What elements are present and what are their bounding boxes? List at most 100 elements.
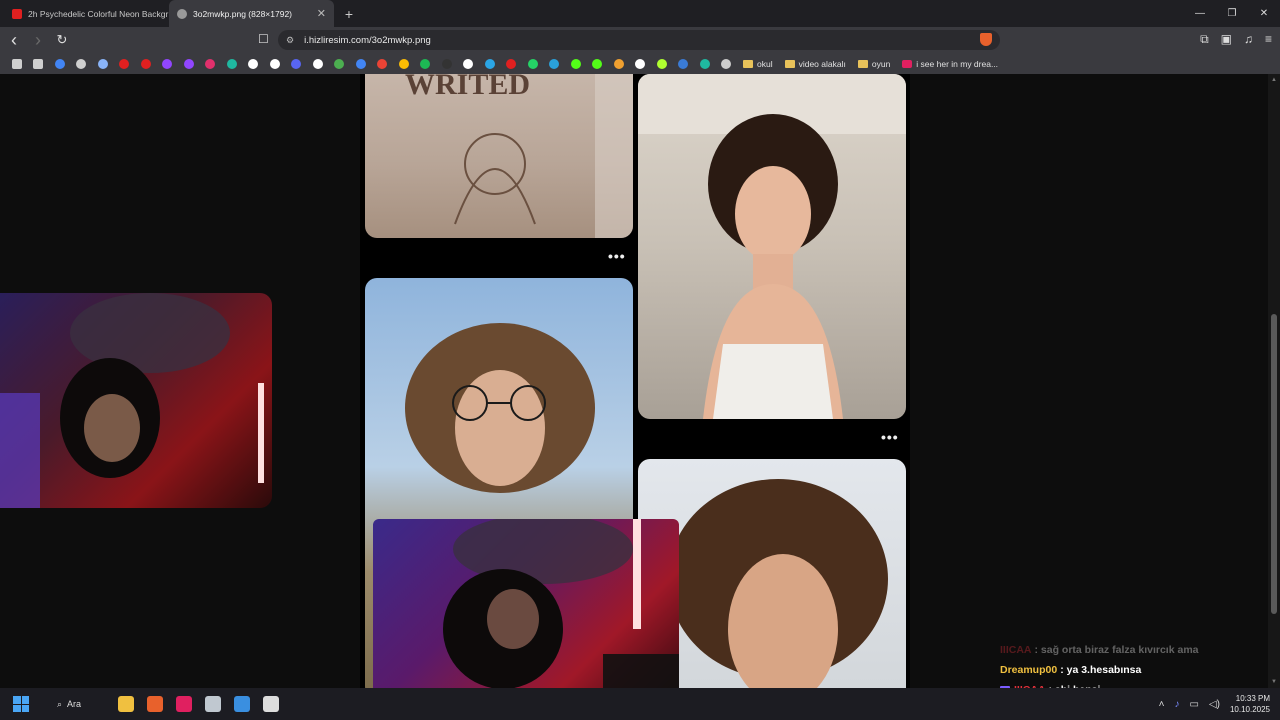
app-icon[interactable] bbox=[694, 53, 716, 74]
svg-text:WRITED: WRITED bbox=[405, 74, 530, 101]
network-icon[interactable]: ▭ bbox=[1189, 699, 1198, 710]
github-icon[interactable] bbox=[458, 53, 480, 74]
steam-icon[interactable] bbox=[198, 690, 227, 718]
drive-icon[interactable] bbox=[393, 53, 415, 74]
taskbar-search-button[interactable]: ⌕ Ara bbox=[57, 699, 81, 710]
menu-icon[interactable]: ≡ bbox=[1265, 32, 1272, 47]
taskbar-apps bbox=[111, 690, 285, 718]
kick-icon[interactable] bbox=[565, 53, 587, 74]
obs-icon[interactable] bbox=[256, 690, 285, 718]
new-tab-button[interactable]: + bbox=[338, 6, 360, 22]
media-player-icon[interactable] bbox=[169, 690, 198, 718]
stream-preview-overlay bbox=[373, 519, 679, 688]
file-explorer-icon[interactable] bbox=[111, 690, 140, 718]
opera-icon[interactable] bbox=[501, 53, 523, 74]
tab-image[interactable]: 3o2mwkp.png (828×1792) ✕ bbox=[169, 0, 334, 27]
instagram-icon[interactable] bbox=[200, 53, 222, 74]
back-button[interactable]: ‹ bbox=[4, 30, 24, 51]
youtube-icon[interactable] bbox=[114, 53, 136, 74]
reader-icon[interactable]: ▣ bbox=[1221, 32, 1232, 47]
globe-icon bbox=[177, 8, 187, 19]
restore-button[interactable]: ❐ bbox=[1216, 0, 1248, 27]
address-bar[interactable]: ⚙ bbox=[278, 30, 1000, 50]
search-label: Ara bbox=[67, 699, 82, 709]
capcut-icon[interactable] bbox=[307, 53, 329, 74]
stream-scene bbox=[443, 519, 679, 688]
reload-button[interactable]: ↻ bbox=[52, 32, 72, 48]
volume-icon[interactable]: ◁) bbox=[1209, 699, 1220, 710]
bookmark-item[interactable]: i see her in my drea... bbox=[902, 59, 998, 69]
bookmark-icon[interactable]: ☐ bbox=[258, 32, 269, 46]
app-icon[interactable] bbox=[608, 53, 630, 74]
x-icon[interactable] bbox=[243, 53, 265, 74]
bookmarks-bar: okul video alakalı oyun i see her in my dre… bbox=[0, 53, 1280, 74]
youtube-icon bbox=[902, 59, 913, 68]
chat-username: Dreamup00 bbox=[1000, 664, 1058, 676]
start-button[interactable] bbox=[13, 696, 29, 712]
clock[interactable]: 10:33 PM 10.10.2025 bbox=[1230, 693, 1270, 715]
chat-username: IIICAA bbox=[1000, 644, 1032, 656]
gmail-icon[interactable] bbox=[372, 53, 394, 74]
url-input[interactable] bbox=[304, 34, 905, 46]
pin-image-shirt[interactable]: WRITED bbox=[365, 74, 633, 238]
brave-shield-icon[interactable] bbox=[980, 33, 992, 46]
app-icon[interactable] bbox=[716, 53, 738, 74]
chevron-up-icon[interactable]: ˄ bbox=[1159, 699, 1165, 710]
folder-icon bbox=[857, 59, 868, 68]
close-window-button[interactable]: ✕ bbox=[1248, 0, 1280, 27]
chat-text: : sağ orta biraz falza kıvırcık ama bbox=[1034, 644, 1199, 656]
tab-title: 3o2mwkp.png (828×1792) bbox=[193, 8, 292, 19]
apps-icon[interactable] bbox=[6, 53, 28, 74]
media-icon[interactable]: ♫ bbox=[1244, 32, 1253, 47]
pin-image-portrait-1[interactable] bbox=[638, 74, 906, 419]
folder-icon bbox=[743, 59, 753, 68]
kick-icon[interactable] bbox=[587, 53, 609, 74]
bookmark-folder-label: video alakalı bbox=[798, 58, 846, 69]
close-tab-icon[interactable]: ✕ bbox=[317, 7, 326, 20]
google-icon[interactable] bbox=[49, 53, 71, 74]
site-info-icon[interactable]: ⚙ bbox=[286, 35, 294, 46]
folder-icon bbox=[784, 59, 795, 68]
page-scrollbar[interactable]: ▲ ▼ bbox=[1268, 74, 1280, 688]
twitch-icon[interactable] bbox=[178, 53, 200, 74]
chatgpt-icon[interactable] bbox=[71, 53, 93, 74]
webcam-scene bbox=[0, 293, 264, 508]
tab-youtube[interactable]: 2h Psychedelic Colorful Neon Backgr bbox=[4, 0, 169, 27]
bookmark-folder[interactable]: video alakalı bbox=[784, 58, 846, 69]
translate-icon[interactable] bbox=[350, 53, 372, 74]
microphone-icon[interactable]: ♪ bbox=[1174, 699, 1179, 710]
telegram-icon[interactable] bbox=[544, 53, 566, 74]
forward-button[interactable]: › bbox=[28, 30, 48, 51]
date: 10.10.2025 bbox=[1229, 705, 1270, 714]
app-icon[interactable] bbox=[630, 53, 652, 74]
extensions-icon[interactable]: ⧉ bbox=[1200, 32, 1209, 47]
whatsapp-icon[interactable] bbox=[522, 53, 544, 74]
bookmark-folder[interactable]: okul bbox=[743, 59, 773, 69]
youtube-icon[interactable] bbox=[135, 53, 157, 74]
brave-browser-icon[interactable] bbox=[140, 690, 169, 718]
bookmark-folder[interactable]: oyun bbox=[857, 58, 891, 69]
minimize-button[interactable]: — bbox=[1184, 0, 1216, 27]
app-icon[interactable] bbox=[221, 53, 243, 74]
app-icon[interactable] bbox=[673, 53, 695, 74]
app-icon[interactable] bbox=[329, 53, 351, 74]
discord-icon[interactable] bbox=[286, 53, 308, 74]
more-options-button[interactable]: ••• bbox=[608, 248, 626, 264]
twitch-icon[interactable] bbox=[157, 53, 179, 74]
edge-icon[interactable] bbox=[479, 53, 501, 74]
scroll-up-icon[interactable]: ▲ bbox=[1271, 77, 1277, 83]
tiktok-icon[interactable] bbox=[264, 53, 286, 74]
more-options-button[interactable]: ••• bbox=[881, 429, 899, 445]
navigation-bar: ‹ › ↻ ☐ ⚙ ⧉ ▣ ♫ ≡ bbox=[0, 27, 1280, 53]
scroll-down-icon[interactable]: ▼ bbox=[1271, 679, 1277, 685]
steam-icon[interactable] bbox=[436, 53, 458, 74]
bookmark-folder-label: oyun bbox=[871, 58, 891, 69]
photos-icon[interactable] bbox=[227, 690, 256, 718]
spotify-icon[interactable] bbox=[415, 53, 437, 74]
scrollbar-thumb[interactable] bbox=[1271, 314, 1277, 614]
page-content: WRITED ••• ••• bbox=[0, 74, 1268, 688]
app-icon[interactable] bbox=[651, 53, 673, 74]
youtube-icon bbox=[12, 8, 22, 19]
history-icon[interactable] bbox=[28, 53, 50, 74]
gemini-icon[interactable] bbox=[92, 53, 114, 74]
